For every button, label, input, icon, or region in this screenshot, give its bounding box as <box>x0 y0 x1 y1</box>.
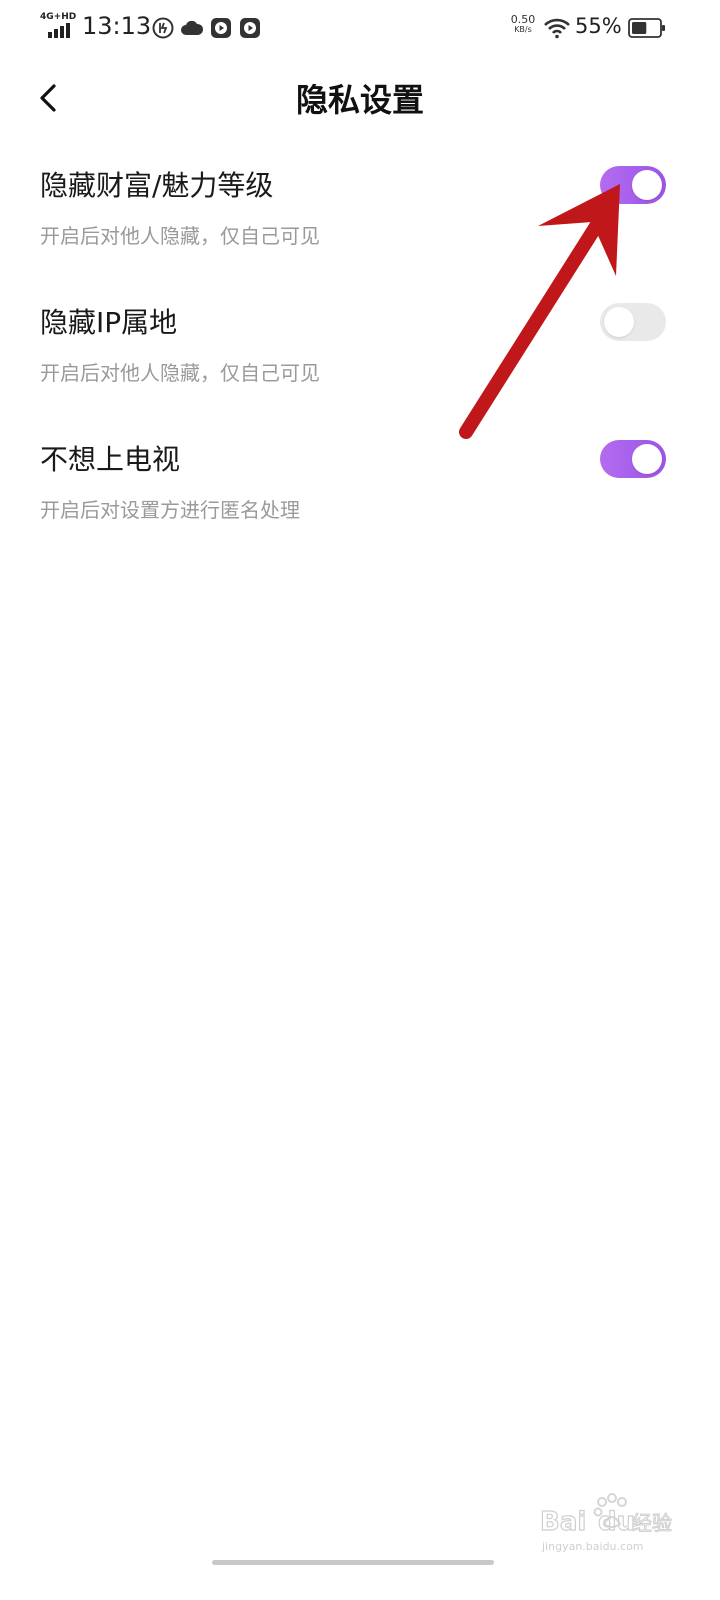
battery-icon <box>628 18 665 38</box>
setting-hide-wealth-charm-level: 隐藏财富/魅力等级 开启后对他人隐藏，仅自己可见 <box>0 166 720 296</box>
setting-hide-ip-location: 隐藏IP属地 开启后对他人隐藏，仅自己可见 <box>0 303 720 433</box>
home-indicator[interactable] <box>212 1560 494 1565</box>
baidu-jingyan-watermark: Bai du 经验 jingyan.baidu.com <box>539 1493 673 1553</box>
privacy-settings-screen: 4G+HD 13:13 0.50 KB/s 55% 隐私设置 隐藏财富/魅力等级… <box>0 0 720 1600</box>
signal-strength-icon <box>48 23 70 38</box>
setting-description: 开启后对设置方进行匿名处理 <box>40 498 300 522</box>
setting-description: 开启后对他人隐藏，仅自己可见 <box>40 224 320 248</box>
svg-text:经验: 经验 <box>632 1511 672 1535</box>
network-speed-unit: KB/s <box>514 25 532 34</box>
hide-wealth-charm-level-toggle[interactable] <box>600 166 666 204</box>
setting-description: 开启后对他人隐藏，仅自己可见 <box>40 361 320 385</box>
hide-ip-location-toggle[interactable] <box>600 303 666 341</box>
network-speed-value: 0.50 <box>510 13 536 26</box>
page-title: 隐私设置 <box>295 81 424 119</box>
status-time: 13:13 <box>82 12 152 40</box>
battery-percent: 55% <box>575 14 622 38</box>
toggle-knob <box>632 170 662 200</box>
toggle-knob <box>604 307 634 337</box>
no-tv-toggle[interactable] <box>600 440 666 478</box>
setting-no-tv: 不想上电视 开启后对设置方进行匿名处理 <box>0 440 720 570</box>
wifi-icon <box>544 18 570 39</box>
media-play-icon <box>240 18 260 38</box>
setting-title: 隐藏财富/魅力等级 <box>40 169 274 202</box>
svg-text:jingyan.baidu.com: jingyan.baidu.com <box>541 1540 644 1553</box>
speed-boost-icon <box>152 17 174 39</box>
cloud-icon <box>181 20 204 35</box>
toggle-knob <box>632 444 662 474</box>
svg-text:Bai: Bai <box>540 1507 586 1537</box>
media-play-icon <box>211 18 231 38</box>
setting-title: 不想上电视 <box>40 443 181 476</box>
svg-text:du: du <box>598 1507 635 1537</box>
status-bar: 4G+HD 13:13 0.50 KB/s 55% <box>0 0 720 56</box>
network-speed: 0.50 KB/s <box>508 13 538 35</box>
setting-title: 隐藏IP属地 <box>40 306 178 339</box>
